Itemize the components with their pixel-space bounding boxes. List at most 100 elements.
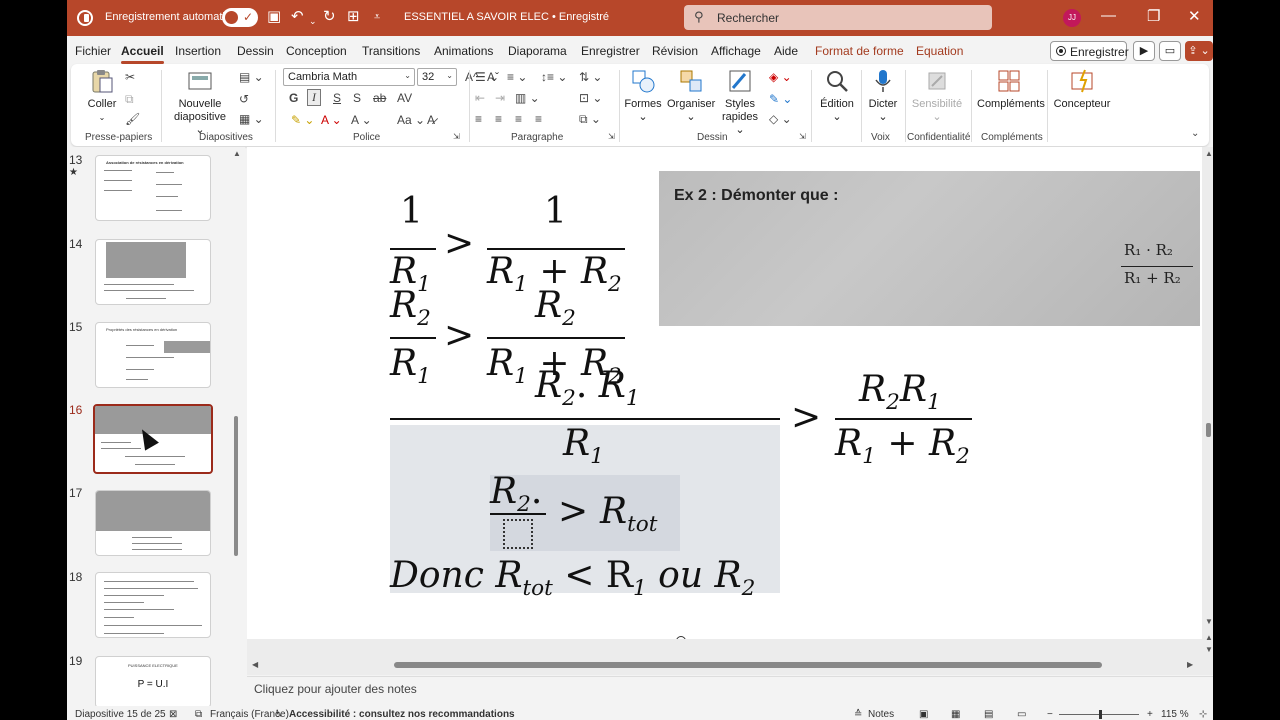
cut-icon[interactable]: ✂	[125, 70, 135, 84]
tab-animations[interactable]: Animations	[434, 44, 493, 58]
align-right-icon[interactable]: ≡	[515, 112, 522, 126]
addins-button[interactable]: Compléments	[977, 68, 1045, 111]
empty-denominator-placeholder[interactable]	[503, 519, 533, 549]
increase-indent-icon[interactable]: ⇥	[495, 91, 505, 105]
line-spacing-icon[interactable]: ↕≡ ⌄	[541, 70, 567, 84]
spell-check-icon[interactable]: ⊠	[169, 709, 177, 720]
slide-thumbnail-18[interactable]	[95, 572, 211, 638]
slide-thumbnail-16[interactable]	[93, 404, 213, 474]
tab-conception[interactable]: Conception	[286, 44, 347, 58]
resize-handle[interactable]	[676, 636, 686, 639]
camera-icon[interactable]: ▶	[1133, 41, 1155, 61]
normal-view-icon[interactable]: ▣	[919, 709, 928, 720]
tab-aide[interactable]: Aide	[774, 44, 798, 58]
language-icon[interactable]: ⧉	[195, 709, 202, 720]
restore-icon[interactable]: ❐	[1147, 7, 1160, 25]
search-box[interactable]: ⚲ Rechercher	[684, 5, 992, 30]
undo-dropdown-icon[interactable]: ⌄	[309, 13, 317, 29]
underline-button[interactable]: S	[333, 91, 341, 105]
tab-equation[interactable]: Equation	[916, 44, 963, 58]
comments-icon[interactable]: ▭	[1159, 41, 1181, 61]
shape-outline-icon[interactable]: ✎ ⌄	[769, 92, 792, 106]
font-name-select[interactable]: Cambria Math ⌄	[283, 68, 415, 86]
slide-sorter-icon[interactable]: ▦	[951, 709, 960, 720]
editor-vertical-scrollbar[interactable]: ▲ ▼ ▲ ▼	[1204, 147, 1213, 659]
notes-pane[interactable]: Cliquez pour ajouter des notes	[247, 676, 1213, 704]
new-slide-button[interactable]: Nouvelle diapositive ⌄	[171, 68, 229, 137]
shape-fill-icon[interactable]: ◈ ⌄	[769, 70, 792, 84]
notes-icon[interactable]: ≙	[854, 709, 862, 720]
avatar[interactable]: JJ	[1063, 9, 1081, 27]
text-direction-icon[interactable]: ⇅ ⌄	[579, 70, 602, 84]
slide-canvas[interactable]: Ex 2 : Démonter que : R₁ · R₂ R₁ + R₂ 1 …	[247, 147, 1202, 639]
customize-toolbar-icon[interactable]: ⩡	[374, 9, 380, 25]
redo-icon[interactable]: ↻	[323, 9, 336, 25]
arrange-button[interactable]: Organiser ⌄	[667, 68, 715, 124]
accessibility-icon[interactable]: ♿	[274, 709, 283, 720]
tab-revision[interactable]: Révision	[652, 44, 698, 58]
presentation-icon[interactable]: ⊞	[347, 9, 360, 25]
tab-diaporama[interactable]: Diaporama	[508, 44, 567, 58]
font-color-icon[interactable]: A ⌄	[321, 113, 342, 127]
change-case-icon[interactable]: Aa ⌄	[397, 113, 425, 127]
character-spacing-button[interactable]: AV	[397, 91, 412, 105]
copy-icon[interactable]: ⧉	[125, 92, 134, 107]
collapse-ribbon-icon[interactable]: ⌄	[1191, 128, 1199, 139]
record-button[interactable]: Enregistrer	[1050, 41, 1129, 61]
align-text-icon[interactable]: ⊡ ⌄	[579, 91, 602, 105]
align-left-icon[interactable]: ≡	[475, 112, 482, 126]
italic-button[interactable]: I	[307, 89, 321, 106]
tab-dessin[interactable]: Dessin	[237, 44, 274, 58]
decrease-indent-icon[interactable]: ⇤	[475, 91, 485, 105]
zoom-slider-knob[interactable]	[1099, 710, 1102, 719]
editing-button[interactable]: Édition ⌄	[815, 68, 859, 124]
highlight-icon[interactable]: ✎ ⌄	[291, 113, 314, 127]
dictate-button[interactable]: Dicter ⌄	[863, 68, 903, 124]
format-painter-icon[interactable]: 🖌	[125, 112, 140, 126]
reading-view-icon[interactable]: ▤	[984, 709, 993, 720]
clear-formatting-icon[interactable]: A̷	[427, 113, 435, 127]
font-size-select[interactable]: 32 ⌄	[417, 68, 457, 86]
tab-insertion[interactable]: Insertion	[175, 44, 221, 58]
slide-thumbnail-14[interactable]	[95, 239, 211, 305]
fit-slide-icon[interactable]: ⊹	[1199, 709, 1207, 720]
slide-thumbnail-19[interactable]: PUISSANCE ELECTRIQUE P = U.I	[95, 656, 211, 708]
save-icon[interactable]: ▣	[267, 9, 281, 25]
editor-horizontal-scrollbar[interactable]: ◀ ▶	[247, 659, 1202, 671]
tab-accueil[interactable]: Accueil	[121, 44, 164, 64]
shape-effects-icon[interactable]: ◇ ⌄	[769, 112, 792, 126]
autosave-toggle[interactable]: ✓	[222, 8, 258, 27]
designer-button[interactable]: Concepteur	[1051, 68, 1113, 111]
smartart-icon[interactable]: ⧉ ⌄	[579, 112, 601, 127]
notes-button[interactable]: Notes	[868, 709, 894, 720]
tab-fichier[interactable]: Fichier	[75, 44, 111, 58]
accessibility-status[interactable]: Accessibilité : consultez nos recommanda…	[289, 709, 515, 720]
tab-transitions[interactable]: Transitions	[362, 44, 420, 58]
equation-5[interactable]: Donc Rtot < R1 ou R2	[390, 555, 755, 601]
share-icon[interactable]: ⇪ ⌄	[1185, 41, 1213, 61]
shapes-button[interactable]: Formes ⌄	[623, 68, 663, 124]
tab-affichage[interactable]: Affichage	[711, 44, 761, 58]
drawing-dialog-icon[interactable]: ⇲	[799, 132, 806, 141]
zoom-out-icon[interactable]: −	[1047, 709, 1053, 720]
strikethrough-button[interactable]: ab	[373, 91, 386, 105]
minimize-icon[interactable]: —	[1101, 7, 1116, 24]
zoom-in-icon[interactable]: +	[1147, 709, 1153, 720]
bold-button[interactable]: G	[289, 91, 298, 105]
slide-thumbnail-17[interactable]	[95, 490, 211, 556]
section-icon[interactable]: ▦ ⌄	[239, 112, 264, 126]
paste-button[interactable]: Coller ⌄	[85, 68, 119, 124]
tab-enregistrer[interactable]: Enregistrer	[581, 44, 640, 58]
undo-icon[interactable]: ↶	[291, 9, 304, 25]
justify-icon[interactable]: ≡	[535, 112, 542, 126]
layout-icon[interactable]: ▤ ⌄	[239, 70, 264, 84]
bullets-icon[interactable]: ☰ ⌄	[475, 70, 499, 84]
exercise-image[interactable]: Ex 2 : Démonter que : R₁ · R₂ R₁ + R₂	[659, 171, 1200, 326]
columns-icon[interactable]: ▥ ⌄	[515, 91, 540, 105]
font-dialog-icon[interactable]: ⇲	[453, 132, 460, 141]
slideshow-icon[interactable]: ▭	[1017, 709, 1026, 720]
paragraph-dialog-icon[interactable]: ⇲	[608, 132, 615, 141]
thumbnails-scrollbar[interactable]: ▲	[233, 149, 241, 705]
align-center-icon[interactable]: ≡	[495, 112, 502, 126]
slide-thumbnail-15[interactable]: Propriétés des résistances en dérivation	[95, 322, 211, 388]
